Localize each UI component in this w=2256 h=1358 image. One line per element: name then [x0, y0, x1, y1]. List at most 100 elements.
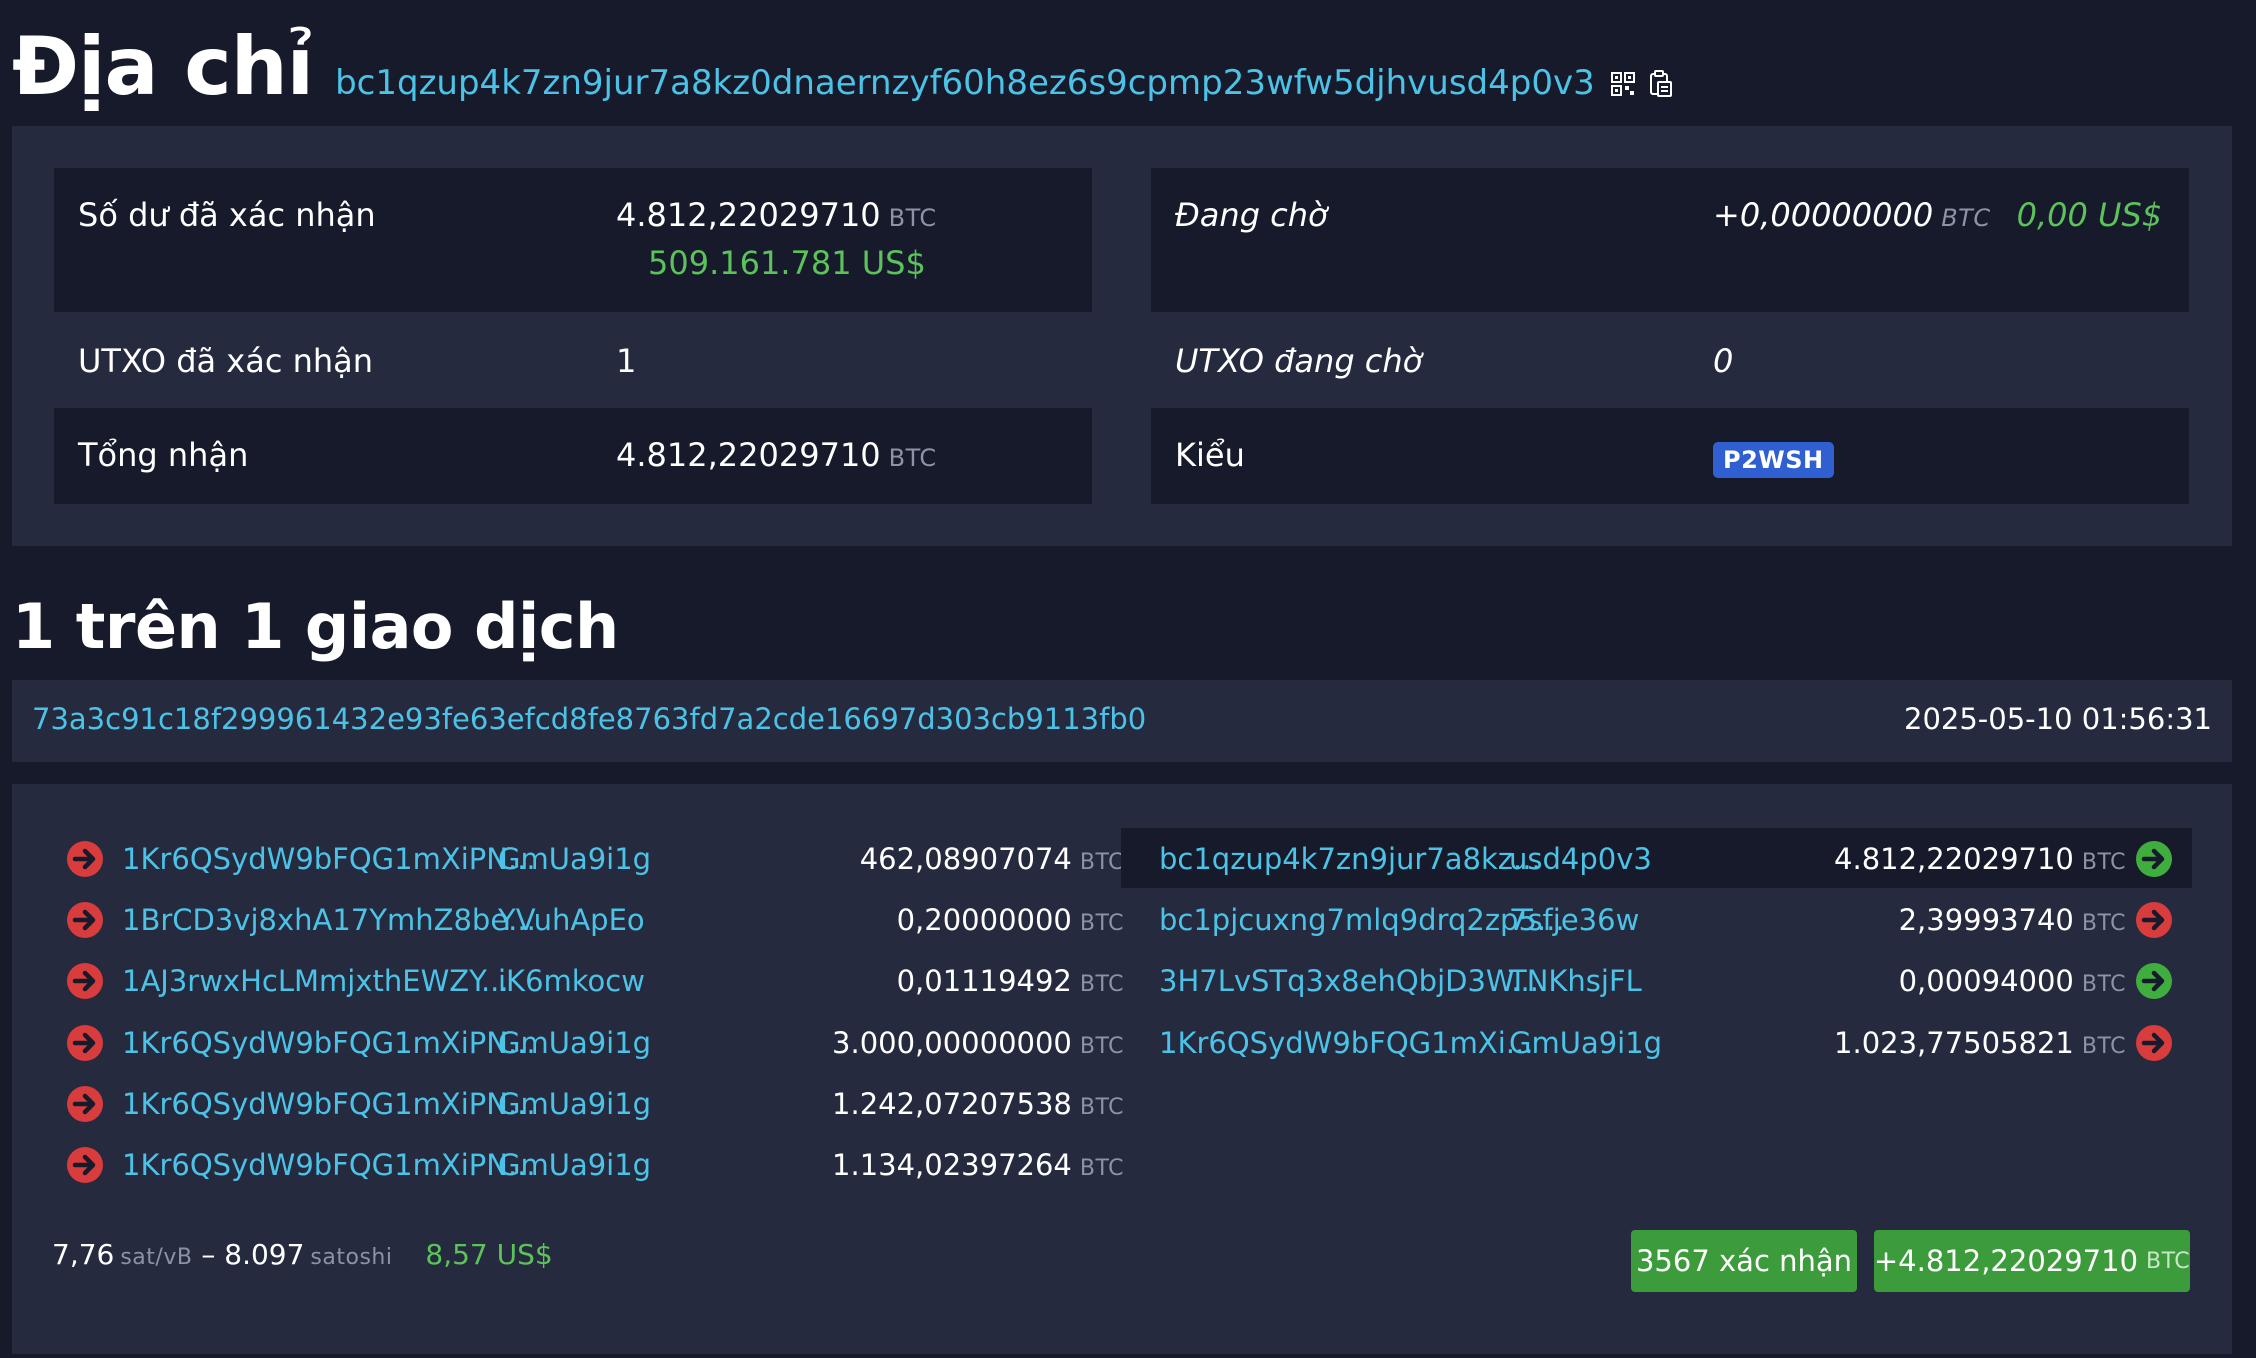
output-row: 3H7LvSTq3x8ehQbjD3W... TNKhsjFL 0,00094000…	[1121, 950, 2192, 1010]
spent-arrow-icon[interactable]	[2135, 1024, 2173, 1062]
pending-label: Đang chờ	[1175, 196, 1328, 234]
input-amount: 3.000,00000000 BTC	[832, 1026, 1124, 1060]
address-link[interactable]: bc1qzup4k7zn9jur7a8kz0dnaernzyf60h8ez6s9…	[335, 63, 1595, 103]
input-amount: 1.134,02397264 BTC	[832, 1148, 1124, 1182]
input-amount: 0,01119492 BTC	[897, 964, 1124, 998]
total-received-label: Tổng nhận	[78, 436, 249, 474]
confirmed-utxo-label: UTXO đã xác nhận	[78, 342, 374, 380]
input-address-start[interactable]: 1Kr6QSydW9bFQG1mXiPN...	[122, 1087, 536, 1121]
output-amount: 0,00094000 BTC	[1899, 964, 2126, 998]
output-amount: 2,39993740 BTC	[1899, 903, 2126, 937]
spent-arrow-icon[interactable]	[2135, 901, 2173, 939]
output-address-start[interactable]: 3H7LvSTq3x8ehQbjD3W...	[1159, 964, 1539, 998]
input-address-end[interactable]: GmUa9i1g	[498, 1026, 651, 1060]
output-address-start[interactable]: 1Kr6QSydW9bFQG1mXi...	[1159, 1026, 1533, 1060]
spent-arrow-icon[interactable]	[66, 962, 104, 1000]
spent-arrow-icon[interactable]	[66, 901, 104, 939]
input-amount-value: 1.242,07207538	[832, 1086, 1072, 1121]
tx-fee-info: 7,76 sat/vB – 8.097 satoshi 8,57 US$	[52, 1238, 553, 1271]
spent-arrow-icon[interactable]	[66, 1024, 104, 1062]
page-title: Địa chỉ	[12, 20, 314, 113]
spent-arrow-icon[interactable]	[66, 1146, 104, 1184]
unspent-arrow-icon[interactable]	[2135, 840, 2173, 878]
net-unit: BTC	[2146, 1248, 2191, 1274]
btc-unit: BTC	[2081, 911, 2126, 937]
confirmed-balance-amount: 4.812,22029710	[616, 196, 881, 234]
qr-code-icon[interactable]	[1610, 72, 1635, 96]
output-row: 1Kr6QSydW9bFQG1mXi... GmUa9i1g 1.023,77505…	[1121, 1012, 2192, 1072]
copy-icon[interactable]	[1649, 70, 1673, 98]
btc-unit: BTC	[888, 444, 937, 472]
output-address-start[interactable]: bc1pjcuxng7mlq9drq2zp5...	[1159, 903, 1565, 937]
input-address-end[interactable]: YVuhApEo	[498, 903, 645, 937]
input-address-end[interactable]: GmUa9i1g	[498, 842, 651, 876]
pending-usd: 0,00 US$	[2016, 196, 2163, 234]
output-address-end[interactable]: 7sfje36w	[1509, 903, 1639, 937]
input-amount-value: 462,08907074	[859, 842, 1072, 876]
pending-utxo-value: 0	[1713, 342, 1734, 380]
input-address-start[interactable]: 1AJ3rwxHcLMmjxthEWZY...	[122, 964, 509, 998]
confirmed-utxo-value: 1	[616, 342, 637, 380]
output-amount-value: 2,39993740	[1898, 903, 2074, 938]
confirmed-balance-value: 4.812,22029710 BTC	[616, 196, 937, 234]
net-amount-button[interactable]: +4.812,22029710 BTC	[1874, 1230, 2190, 1292]
input-address-start[interactable]: 1Kr6QSydW9bFQG1mXiPN...	[122, 842, 536, 876]
btc-unit: BTC	[1079, 972, 1124, 998]
input-address-end[interactable]: iK6mkocw	[498, 964, 645, 998]
input-address-start[interactable]: 1Kr6QSydW9bFQG1mXiPN...	[122, 1148, 536, 1182]
tx-hash-link[interactable]: 73a3c91c18f299961432e93fe63efcd8fe8763fd…	[32, 702, 1146, 736]
output-amount: 4.812,22029710 BTC	[1834, 842, 2126, 876]
fee-rate-unit: sat/vB	[120, 1245, 193, 1270]
fee-rate: 7,76	[52, 1238, 115, 1271]
total-received-value: 4.812,22029710 BTC	[616, 436, 937, 474]
fee-amount: 8.097	[224, 1238, 305, 1271]
btc-unit: BTC	[2081, 972, 2126, 998]
unspent-arrow-icon[interactable]	[2135, 962, 2173, 1000]
fee-usd: 8,57 US$	[425, 1238, 553, 1271]
confirmations-button[interactable]: 3567 xác nhận	[1631, 1230, 1857, 1292]
output-amount: 1.023,77505821 BTC	[1834, 1026, 2126, 1060]
spent-arrow-icon[interactable]	[66, 840, 104, 878]
input-row: 1AJ3rwxHcLMmjxthEWZY... iK6mkocw 0,0111949…	[38, 950, 1124, 1010]
type-value: P2WSH	[1713, 438, 1834, 478]
transactions-count-title: 1 trên 1 giao dịch	[12, 590, 619, 663]
input-address-start[interactable]: 1BrCD3vj8xhA17YmhZ8be...	[122, 903, 536, 937]
btc-unit: BTC	[1079, 850, 1124, 875]
total-received-amount: 4.812,22029710	[616, 436, 881, 474]
confirmed-balance-row: Số dư đã xác nhận 4.812,22029710 BTC 509.…	[54, 168, 1092, 312]
confirmed-balance-label: Số dư đã xác nhận	[78, 196, 376, 234]
tx-body: 1Kr6QSydW9bFQG1mXiPN... GmUa9i1g 462,08907…	[12, 784, 2232, 1354]
btc-unit: BTC	[2081, 1033, 2126, 1059]
pending-amount: +0,00000000	[1713, 196, 1934, 234]
pending-row: Đang chờ +0,00000000 BTC 0,00 US$	[1151, 168, 2189, 312]
input-address-end[interactable]: GmUa9i1g	[498, 1148, 651, 1182]
confirmed-balance-usd: 509.161.781 US$	[648, 244, 926, 282]
input-address-start[interactable]: 1Kr6QSydW9bFQG1mXiPN...	[122, 1026, 536, 1060]
tx-header: 73a3c91c18f299961432e93fe63efcd8fe8763fd…	[12, 680, 2232, 762]
fee-unit: satoshi	[310, 1245, 393, 1270]
output-address-start[interactable]: bc1qzup4k7zn9jur7a8kz...	[1159, 842, 1541, 876]
input-address-end[interactable]: GmUa9i1g	[498, 1087, 651, 1121]
output-amount-value: 0,00094000	[1898, 964, 2074, 999]
btc-unit: BTC	[1079, 1094, 1124, 1120]
type-row: Kiểu P2WSH	[1151, 408, 2189, 504]
btc-unit: BTC	[1079, 1156, 1124, 1181]
confirmations-label: 3567 xác nhận	[1635, 1244, 1853, 1278]
output-address-end[interactable]: usd4p0v3	[1509, 842, 1652, 876]
script-type-badge: P2WSH	[1713, 442, 1834, 478]
confirmed-utxo-row: UTXO đã xác nhận 1	[54, 312, 1092, 408]
header-actions	[1610, 70, 1673, 98]
input-amount-value: 0,20000000	[896, 903, 1072, 938]
output-address-end[interactable]: GmUa9i1g	[1509, 1026, 1662, 1060]
input-row: 1Kr6QSydW9bFQG1mXiPN... GmUa9i1g 1.134,023…	[38, 1134, 1124, 1194]
btc-unit: BTC	[2081, 850, 2126, 875]
input-row: 1Kr6QSydW9bFQG1mXiPN... GmUa9i1g 1.242,072…	[38, 1073, 1124, 1133]
output-address-end[interactable]: TNKhsjFL	[1509, 964, 1642, 998]
btc-unit: BTC	[1941, 204, 1991, 232]
total-received-row: Tổng nhận 4.812,22029710 BTC	[54, 408, 1092, 504]
output-row: bc1pjcuxng7mlq9drq2zp5... 7sfje36w 2,39993…	[1121, 889, 2192, 949]
btc-unit: BTC	[1079, 911, 1124, 937]
spent-arrow-icon[interactable]	[66, 1085, 104, 1123]
pending-value: +0,00000000 BTC 0,00 US$	[1713, 196, 2162, 234]
fee-separator: –	[201, 1238, 216, 1271]
